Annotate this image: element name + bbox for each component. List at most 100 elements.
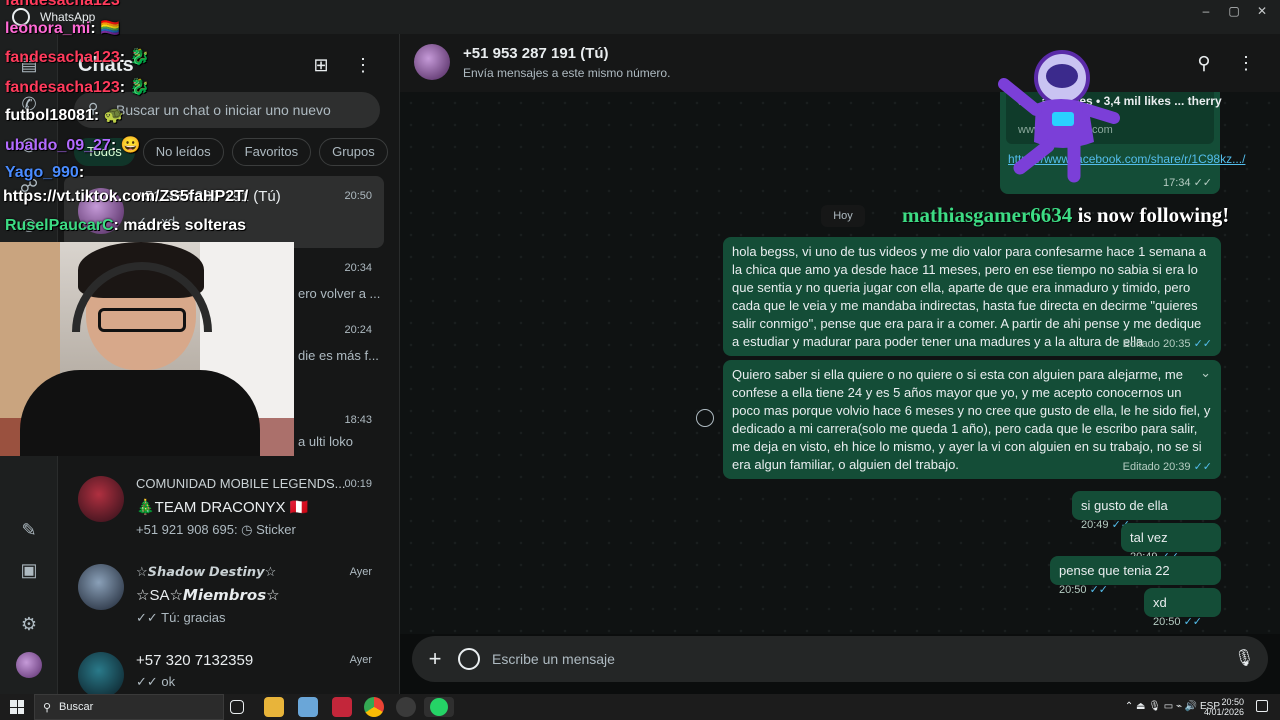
contact-avatar[interactable] — [414, 44, 450, 80]
composer[interactable]: + 🎙 — [412, 636, 1268, 682]
message-meta-label: 20:50 — [1059, 584, 1087, 596]
file-explorer-icon[interactable] — [264, 697, 284, 717]
emoji-icon[interactable] — [458, 648, 480, 670]
search-icon[interactable]: ⚲ — [1193, 52, 1215, 74]
chat-preview: ☆SA☆𝙈𝙞𝙚𝙢𝙗𝙧𝙤𝙨☆ — [136, 587, 280, 604]
app-name: WhatsApp — [40, 10, 96, 24]
chat-time: 20:34 — [344, 262, 372, 274]
chevron-down-icon[interactable]: ⌄ — [1200, 364, 1211, 382]
message-meta: Editado 20:35 ✓✓ — [1123, 335, 1212, 353]
chat-avatar — [78, 564, 124, 610]
webcam-person-shirt — [20, 370, 260, 456]
chat-preview: ✓✓ ok — [136, 674, 176, 689]
search-icon: ⚲ — [88, 100, 99, 116]
search-icon: ⚲ — [43, 702, 52, 714]
chat-time: 18:43 — [344, 414, 372, 426]
message-bubble[interactable]: xd 20:50 ✓✓ — [1144, 588, 1221, 628]
clock-date: 4/01/2026 — [1203, 707, 1244, 717]
composer-bar: + 🎙 — [400, 634, 1280, 694]
filter-groups[interactable]: Grupos — [319, 138, 388, 166]
starred-icon[interactable]: ✎ — [17, 518, 41, 542]
taskbar-search[interactable]: ⚲ Buscar — [34, 694, 224, 720]
calls-icon[interactable]: ✆ — [17, 92, 41, 116]
chat-preview: a ulti loko — [298, 434, 353, 449]
chat-avatar — [78, 652, 124, 694]
chat-search[interactable]: ⚲ — [74, 92, 380, 128]
communities-icon[interactable]: ⚇ — [17, 214, 41, 238]
new-chat-icon[interactable]: ⊞ — [310, 54, 332, 76]
message-meta-label: Editado 20:39 — [1122, 461, 1191, 473]
profile-avatar[interactable] — [16, 652, 42, 678]
microphone-icon[interactable]: 🎙 — [1234, 648, 1254, 670]
conversation-header[interactable]: +51 953 287 191 (Tú) Envía mensajes a es… — [400, 34, 1280, 92]
conversation-panel: +51 953 287 191 (Tú) Envía mensajes a es… — [400, 34, 1280, 694]
filter-unread[interactable]: No leídos — [142, 138, 224, 166]
menu-dots-icon[interactable]: ⋮ — [1235, 52, 1257, 74]
chat-name: ☆𝙎𝙝𝙖𝙙𝙤𝙬 𝘿𝙚𝙨𝙩𝙞𝙣𝙮☆ — [136, 564, 277, 579]
menu-dots-icon[interactable]: ⋮ — [352, 54, 374, 76]
minimize-button[interactable]: – — [1192, 4, 1220, 18]
message-meta-label: 20:50 — [1153, 616, 1181, 628]
search-input[interactable] — [116, 92, 366, 128]
read-receipt-icon: ✓✓ — [1183, 616, 1203, 628]
red-app-icon[interactable] — [332, 697, 352, 717]
chat-time: 20:50 — [344, 190, 372, 202]
attach-plus-icon[interactable]: + — [424, 648, 446, 670]
message-text: Quiero saber si ella quiere o no quiere … — [732, 367, 1211, 472]
chat-row[interactable]: ☆𝙎𝙝𝙖𝙙𝙤𝙬 𝘿𝙚𝙨𝙩𝙞𝙣𝙮☆ Ayer ☆SA☆𝙈𝙞𝙚𝙢𝙗𝙧𝙤𝙨☆ ✓✓ T… — [64, 552, 384, 634]
message-bubble[interactable]: si gusto de ella 20:49 ✓✓ — [1072, 491, 1221, 531]
day-separator: Hoy — [821, 205, 865, 227]
chat-preview-secondary: ✓✓ Tú: gracias — [136, 610, 226, 625]
task-view-icon[interactable] — [230, 700, 244, 714]
chat-preview-secondary: +51 921 908 695: ◷ Sticker — [136, 522, 296, 537]
chat-preview: ✓✓ xd — [136, 214, 176, 229]
message-text: tal vez — [1130, 530, 1168, 545]
taskbar-clock[interactable]: 20:50 4/01/2026 — [1204, 697, 1244, 717]
message-bubble[interactable]: Quiero saber si ella quiere o no quiere … — [723, 360, 1221, 479]
message-text: hola begss, vi uno de tus videos y me di… — [732, 244, 1207, 349]
close-button[interactable]: ✕ — [1248, 4, 1276, 18]
filter-favorites[interactable]: Favoritos — [231, 138, 312, 166]
message-meta-label: 20:49 — [1081, 519, 1109, 531]
webcam-overlay — [0, 242, 294, 456]
message-bubble[interactable]: pense que tenia 22 20:50 ✓✓ — [1050, 556, 1221, 596]
follow-alert: mathiasgamer6634 is now following! — [902, 203, 1229, 228]
chat-preview: ero volver a ... — [298, 286, 381, 301]
read-receipt-icon: ✓✓ — [1193, 338, 1212, 350]
message-bubble[interactable]: tal vez 20:49 ✓✓ — [1121, 523, 1221, 563]
maximize-button[interactable]: ▢ — [1220, 4, 1248, 18]
filter-all[interactable]: Todos — [74, 138, 135, 166]
obs-icon[interactable] — [396, 697, 416, 717]
chat-preview: 🎄TEAM DRACONYX 🇵🇪 — [136, 499, 309, 516]
chat-time: Ayer — [349, 566, 372, 578]
clock-time: 20:50 — [1221, 697, 1244, 707]
read-receipt-icon: ✓✓ — [1193, 461, 1212, 473]
chat-row[interactable]: +57 320 7132359 Ayer ✓✓ ok — [64, 640, 384, 694]
contact-subtitle: Envía mensajes a este mismo número. — [463, 66, 671, 80]
notifications-icon[interactable] — [1256, 700, 1268, 712]
chat-name: +51 953 287 191 (Tú) — [136, 188, 281, 205]
message-text: pense que tenia 22 — [1059, 563, 1170, 578]
chat-row[interactable]: +51 953 287 191 (Tú) 20:50 ✓✓ xd — [64, 176, 384, 248]
chrome-icon[interactable] — [364, 697, 384, 717]
media-icon[interactable]: ▣ — [17, 558, 41, 582]
message-bubble[interactable]: hola begss, vi uno de tus videos y me di… — [723, 237, 1221, 356]
chat-row[interactable]: COMUNIDAD MOBILE LEGENDS... 00:19 🎄TEAM … — [64, 464, 384, 546]
chats-icon[interactable]: ▤ — [17, 52, 41, 76]
message-input[interactable] — [492, 636, 1192, 682]
message-time: 17:34 ✓✓ — [1163, 176, 1212, 189]
glasses-icon — [98, 308, 186, 332]
react-emoji-icon[interactable] — [696, 409, 714, 427]
notes-app-icon[interactable] — [298, 697, 318, 717]
chat-avatar — [78, 476, 124, 522]
channels-icon[interactable]: ☍ — [17, 174, 41, 198]
whatsapp-taskbar-icon[interactable] — [424, 697, 454, 717]
status-icon[interactable]: ◎ — [17, 132, 41, 156]
follow-alert-user: mathiasgamer6634 — [902, 203, 1073, 227]
chat-time: 00:19 — [344, 478, 372, 490]
message-meta: 20:50 ✓✓ — [1059, 584, 1108, 596]
chat-name: +57 320 7132359 — [136, 652, 254, 669]
message-text: si gusto de ella — [1081, 498, 1168, 513]
settings-gear-icon[interactable]: ⚙ — [17, 612, 41, 636]
windows-start-icon[interactable] — [10, 700, 24, 714]
